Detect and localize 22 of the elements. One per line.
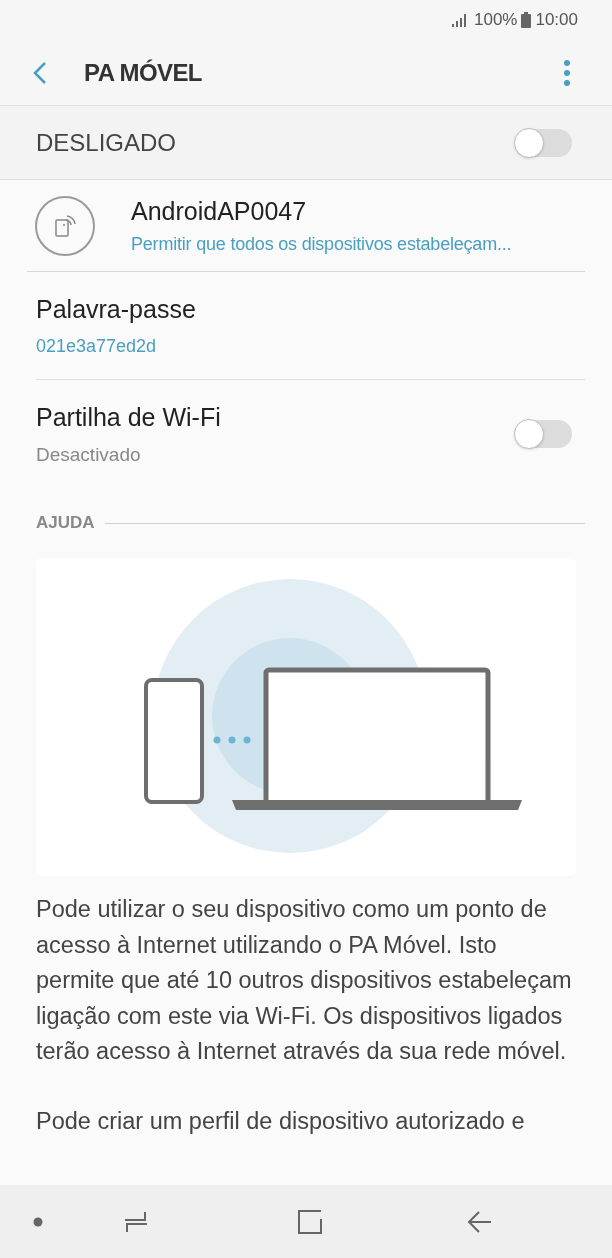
help-paragraph: Pode utilizar o seu dispositivo como um ponto de acesso à Internet utilizando o PA Móvel. Isto permite que até 10 outros dispositivos estabeleçam ligação com este via Wi-Fi. Os dispositivos ligados terão acesso à Internet através da sua rede móvel. [36, 895, 572, 1066]
toggle-switch[interactable] [516, 420, 572, 448]
more-options-icon[interactable] [564, 59, 570, 86]
master-switch-label: DESLIGADO [36, 127, 177, 158]
setting-title: Partilha de Wi-Fi [36, 402, 221, 433]
page-title: PA MÓVEL [84, 57, 202, 88]
setting-value: 021e3a77ed2d [36, 334, 158, 358]
clock-time: 10:00 [535, 9, 578, 32]
setting-value: Desactivado [36, 442, 142, 467]
battery-icon [521, 12, 532, 28]
toggle-switch[interactable] [516, 128, 572, 157]
network-detail: Permitir que todos os dispositivos estabeleçam... [131, 232, 512, 256]
dot-icon[interactable] [33, 1216, 43, 1227]
help-paragraph: Pode criar um perfil de dispositivo autorizado e [36, 1106, 526, 1136]
hotspot-icon [35, 195, 95, 256]
setting-title: Palavra-passe [36, 294, 196, 326]
battery-percent: 100% [473, 9, 518, 32]
section-heading: AJUDA [36, 512, 95, 535]
network-name: AndroidAP0047 [131, 196, 308, 228]
back-nav-icon[interactable] [467, 1208, 493, 1235]
back-icon[interactable] [32, 60, 48, 85]
home-icon[interactable] [297, 1208, 323, 1235]
